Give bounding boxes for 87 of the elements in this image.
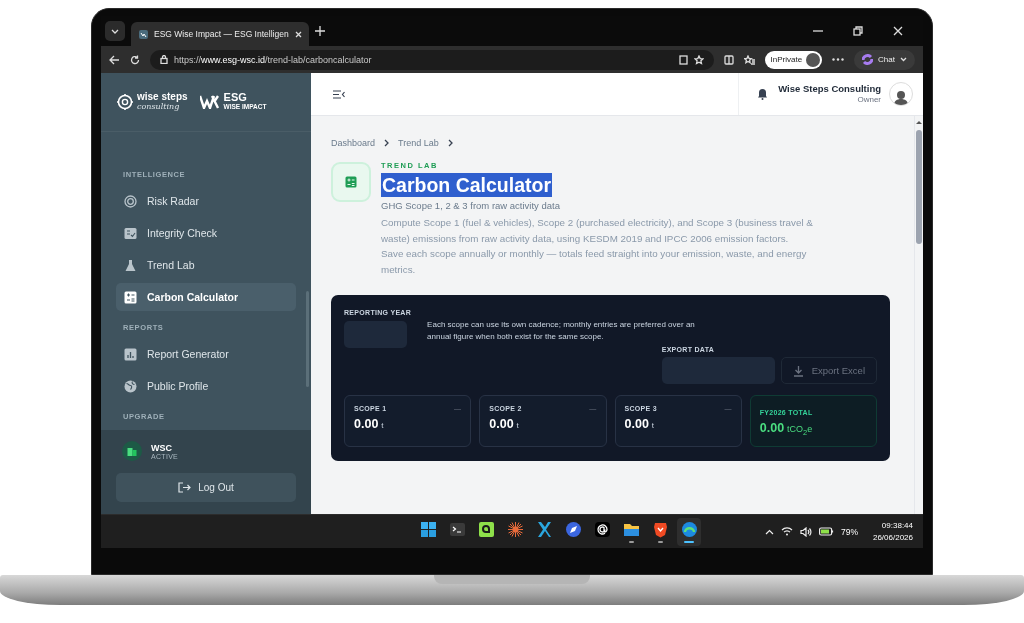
reader-icon — [678, 54, 688, 65]
brand-name: ESG — [223, 92, 248, 104]
bell-icon[interactable] — [757, 88, 769, 100]
close-icon[interactable] — [893, 26, 903, 36]
radar-icon — [124, 194, 137, 208]
clock[interactable]: 09:38:44 26/06/2026 — [872, 519, 913, 544]
chevron-down-icon — [111, 28, 119, 34]
profile-avatar — [806, 52, 821, 67]
sidebar-item-label: Trend Lab — [147, 259, 195, 271]
scrollbar-thumb[interactable] — [916, 130, 922, 244]
sidebar-item[interactable]: Report Generator — [116, 340, 296, 368]
flask-icon — [124, 258, 137, 272]
page-title: Carbon Calculator — [381, 173, 553, 197]
sidebar-item-label: Carbon Calculator — [147, 291, 238, 303]
battery-icon[interactable] — [818, 527, 834, 536]
compass-icon — [564, 520, 582, 538]
calculator-icon — [124, 290, 137, 304]
sidebar-item[interactable]: Carbon Calculator — [116, 283, 296, 311]
org-name: WSC — [151, 442, 173, 453]
tab-list-button[interactable] — [105, 21, 125, 41]
sidebar-item-label: Public Profile — [147, 380, 209, 392]
back-icon[interactable] — [109, 54, 120, 65]
inprivate-button[interactable]: InPrivate — [764, 50, 823, 69]
site-icon — [139, 29, 148, 39]
terminal-icon — [448, 520, 466, 538]
download-icon — [792, 364, 804, 377]
logout-icon — [178, 482, 192, 493]
total-value: 0.00 tCO$_{2}$e — [759, 421, 814, 437]
lock-icon — [160, 55, 168, 64]
new-tab-icon[interactable] — [315, 26, 325, 36]
logo-name: wise steps — [137, 92, 188, 103]
scope-value: 0.00 t — [354, 417, 385, 431]
sidebar-item[interactable]: Public Profile — [116, 372, 296, 400]
scroll-up-icon — [916, 120, 922, 124]
breadcrumb-link[interactable]: Trend Lab — [398, 138, 439, 148]
close-icon[interactable] — [294, 30, 302, 38]
calculator-icon — [345, 176, 357, 188]
favorites-icon[interactable] — [743, 54, 755, 65]
w-mark-icon — [199, 95, 220, 109]
collapse-menu-icon[interactable] — [333, 89, 345, 99]
breadcrumb-link[interactable]: Dashboard — [331, 138, 376, 148]
address-bar[interactable]: https://www.esg-wsc.id/trend-lab/carboncalculator — [150, 49, 714, 70]
grid-icon — [419, 520, 437, 538]
sidebar-item[interactable]: Integrity Check — [116, 219, 296, 247]
scope-value: 0.00 t — [489, 417, 520, 431]
url-text: https://www.esg-wsc.id/trend-lab/carboncalculator — [174, 54, 372, 65]
x-shape-icon — [535, 520, 553, 538]
chat-button[interactable]: Chat — [854, 49, 915, 70]
chevron-right-icon — [384, 139, 390, 147]
sidebar-item-label: Integrity Check — [147, 227, 218, 239]
globe-icon — [124, 379, 137, 393]
battery-percent: 79% — [840, 526, 858, 537]
chevron-down-icon — [900, 57, 907, 62]
sidebar-item[interactable]: Risk Radar — [116, 187, 296, 215]
page-subtitle: GHG Scope 1, 2 & 3 from raw activity data — [381, 200, 561, 211]
more-icon[interactable] — [832, 58, 845, 61]
wifi-icon[interactable] — [780, 527, 793, 536]
browser-tab[interactable]: ESG Wise Impact — ESG Intelligen — [131, 22, 309, 46]
sidebar-item[interactable]: Trend Lab — [116, 251, 296, 279]
chevron-right-icon — [447, 139, 453, 147]
taskbar-app[interactable] — [677, 517, 702, 546]
starburst-icon — [506, 520, 524, 538]
sidebar-item-label: Risk Radar — [147, 195, 199, 207]
user-name: Wise Steps Consulting — [778, 82, 881, 95]
checklist-icon — [124, 226, 137, 240]
bar-chart-icon — [124, 347, 137, 361]
gear-logo-icon — [117, 94, 133, 110]
refresh-icon[interactable] — [130, 54, 140, 65]
at-sign-icon — [593, 520, 611, 538]
shield-icon — [651, 520, 669, 538]
page-description: Compute Scope 1 (fuel & vehicles), Scope 2 (purchased electricity), and Scope 3 (business travel & waste) emissions from raw activity data, using KESDM 2019 and IPCC 2006 emission factors. Save each scope annually or monthly — totals feed straight into your emission, waste, and energy metrics. — [381, 216, 813, 277]
sidebar-item-label: Report Generator — [147, 348, 229, 360]
person-silhouette-icon — [893, 89, 909, 105]
user-role: Owner — [856, 94, 881, 106]
letter-a-icon — [477, 520, 495, 538]
split-screen-icon[interactable] — [723, 54, 734, 65]
star-icon[interactable] — [693, 54, 704, 65]
logout-button[interactable]: Log Out — [116, 473, 296, 502]
scope-value: 0.00 t — [624, 417, 656, 431]
logo-tagline: consulting — [137, 102, 180, 112]
restore-icon[interactable] — [853, 26, 863, 36]
building-icon — [127, 446, 137, 456]
chevron-up-icon[interactable] — [764, 528, 774, 535]
cadence-note: Each scope can use its own cadence; monthly entries are preferred over an annual figure when both exist for the same scope. — [427, 319, 696, 343]
speaker-icon[interactable] — [799, 526, 812, 537]
tab-title: ESG Wise Impact — ESG Intelligen — [154, 29, 289, 39]
user-avatar[interactable] — [889, 82, 913, 106]
